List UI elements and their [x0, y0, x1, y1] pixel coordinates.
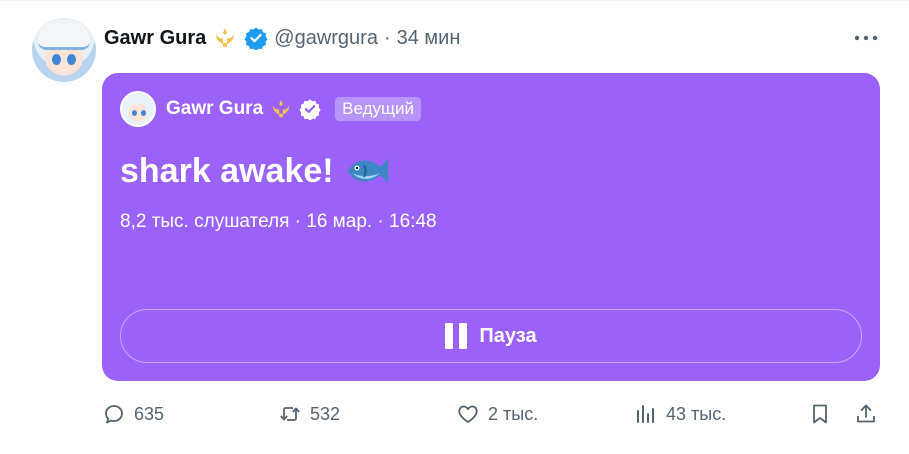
- header-separator: ·: [383, 26, 391, 49]
- space-host-row: Gawr Gura Ведущий: [120, 91, 421, 127]
- fish-emoji: [347, 159, 388, 183]
- author-avatar[interactable]: [32, 18, 96, 82]
- space-title-text: shark awake!: [120, 151, 334, 190]
- views-count: 43 тыс.: [666, 403, 727, 424]
- host-role-badge: Ведущий: [335, 97, 421, 121]
- space-meta: 8,2 тыс. слушателя · 16 мар. · 16:48: [120, 211, 437, 232]
- pause-icon: [445, 323, 468, 349]
- top-divider: [0, 0, 909, 1]
- author-handle[interactable]: @gawrgura: [274, 27, 378, 50]
- more-options-button[interactable]: [852, 26, 880, 50]
- reply-count: 635: [134, 403, 165, 424]
- retweet-button[interactable]: 532: [278, 398, 340, 430]
- host-crest-icon: [272, 99, 290, 118]
- avatar-eye-right: [67, 54, 76, 65]
- space-title: shark awake!: [120, 151, 392, 191]
- share-icon: [857, 404, 875, 423]
- avatar-eye-left: [52, 54, 61, 65]
- space-card[interactable]: Gawr Gura Ведущий shark awake! 8,2 тыс. …: [102, 73, 880, 381]
- views-button[interactable]: 43 тыс.: [634, 398, 726, 430]
- more-dots-icon: [854, 35, 878, 41]
- retweet-icon: [280, 407, 300, 421]
- pause-button[interactable]: Пауза: [120, 309, 862, 363]
- reply-icon: [105, 405, 123, 424]
- heart-icon: [458, 405, 478, 423]
- bookmark-button[interactable]: [808, 398, 832, 430]
- host-name: Gawr Gura: [166, 98, 264, 119]
- tweet-header: Gawr Gura @gawrgura · 34 мин: [104, 24, 460, 52]
- host-verified-icon: [299, 99, 321, 120]
- retweet-count: 532: [310, 403, 341, 424]
- bookmark-icon: [813, 404, 827, 424]
- share-button[interactable]: [854, 398, 878, 430]
- host-avatar: [120, 91, 156, 127]
- avatar-hair: [38, 20, 90, 50]
- like-button[interactable]: 2 тыс.: [456, 398, 538, 430]
- pause-label: Пауза: [479, 324, 537, 347]
- reply-button[interactable]: 635: [102, 398, 164, 430]
- tweet-time[interactable]: 34 мин: [397, 27, 461, 50]
- author-name[interactable]: Gawr Gura: [104, 27, 206, 50]
- like-count: 2 тыс.: [488, 403, 539, 424]
- verified-badge-icon: [244, 27, 268, 50]
- host-avatar-eye-left: [132, 110, 137, 116]
- views-chart-icon: [637, 405, 654, 423]
- tweet-actions: 635 532 2 тыс. 43 тыс.: [102, 398, 882, 430]
- host-avatar-eye-right: [141, 110, 146, 116]
- trident-crest-icon: [216, 28, 235, 47]
